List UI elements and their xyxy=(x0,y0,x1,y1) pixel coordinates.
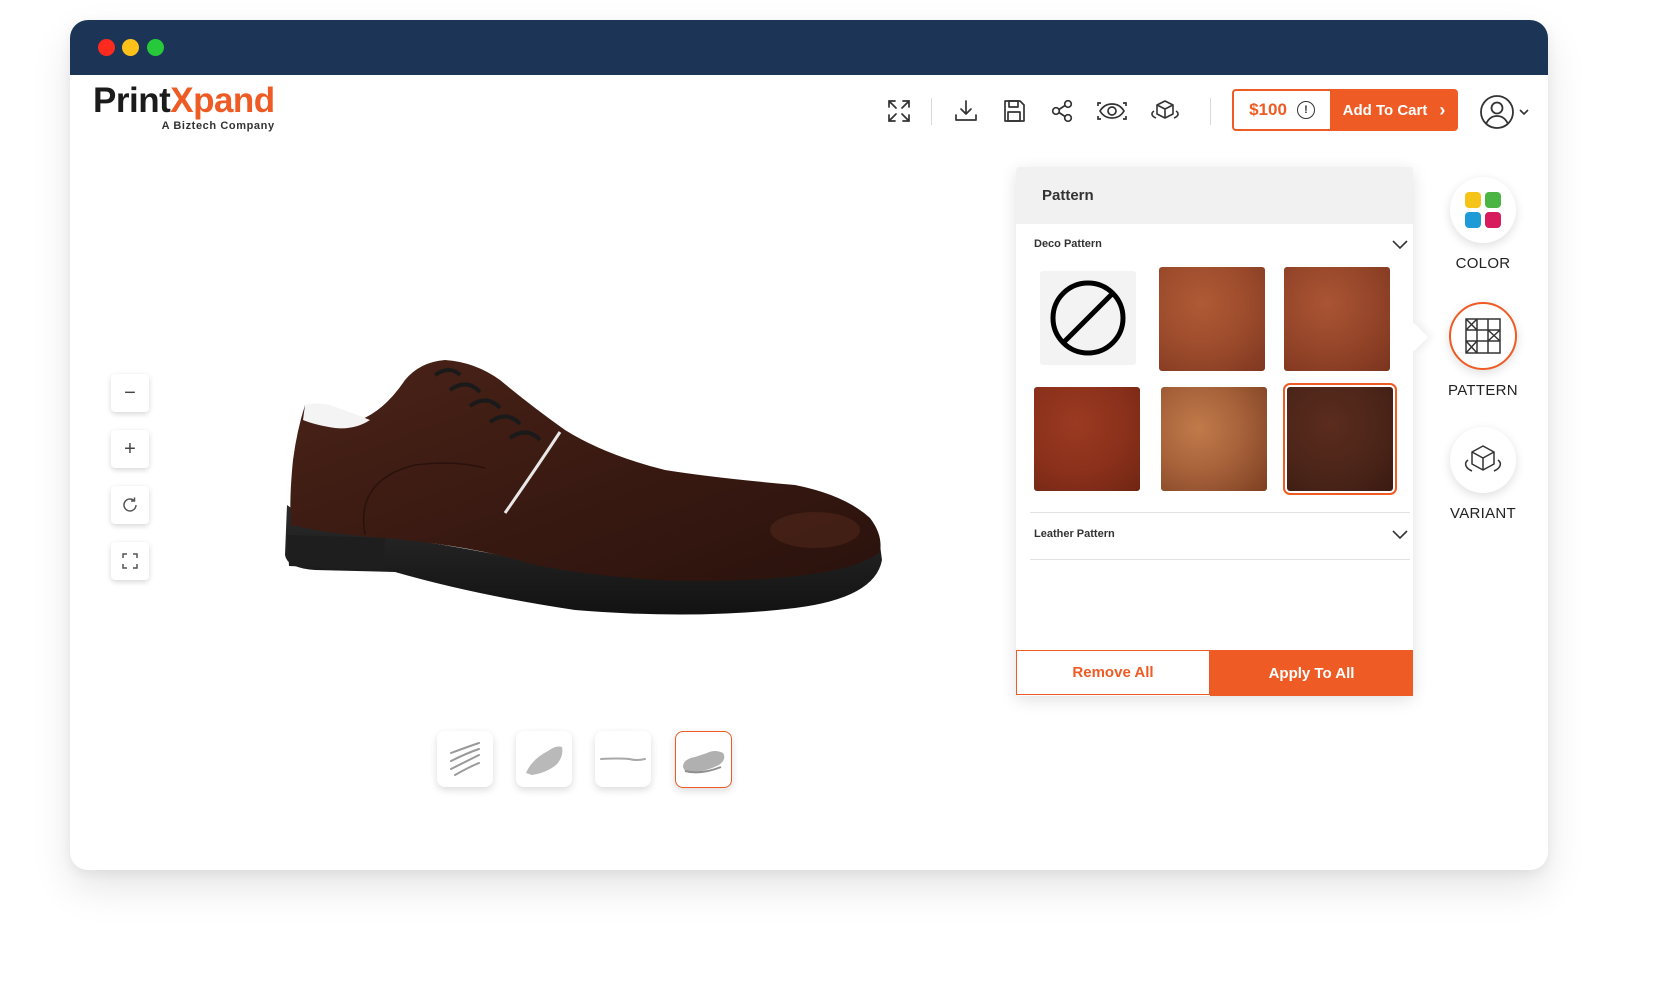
remove-all-button[interactable]: Remove All xyxy=(1016,650,1210,695)
swatch-leather-1[interactable] xyxy=(1159,267,1265,371)
price-cart-group: $100 ! Add To Cart › xyxy=(1232,89,1458,131)
toolbar-divider xyxy=(931,98,932,125)
user-menu[interactable] xyxy=(1478,93,1530,131)
pattern-panel: Pattern Deco Pattern Leather Pattern Rem… xyxy=(1016,167,1413,696)
price-display: $100 ! xyxy=(1232,89,1330,131)
chevron-down-icon xyxy=(1392,530,1408,540)
swatch-no-pattern[interactable] xyxy=(1040,271,1136,365)
fullscreen-icon xyxy=(122,553,138,569)
pattern-label: PATTERN xyxy=(1448,382,1518,399)
part-thumb-laces[interactable] xyxy=(437,731,493,787)
swatch-leather-3[interactable] xyxy=(1034,387,1140,491)
pattern-icon xyxy=(1449,302,1517,370)
add-to-cart-button[interactable]: Add To Cart › xyxy=(1330,89,1458,131)
logo-text-xpand: Xpand xyxy=(170,81,275,120)
zoom-out-button[interactable]: − xyxy=(111,374,149,412)
logo-text-print: Print xyxy=(93,81,171,120)
panel-title: Pattern xyxy=(1016,167,1413,224)
chevron-right-icon: › xyxy=(1439,99,1446,120)
shoe-3d-preview[interactable] xyxy=(275,320,895,635)
variant-cube-icon xyxy=(1450,427,1516,493)
price-value: $100 xyxy=(1249,100,1287,119)
part-thumb-upper[interactable] xyxy=(516,731,572,787)
toolbar-divider xyxy=(1210,98,1211,125)
section-divider xyxy=(1030,512,1410,513)
expand-icon[interactable] xyxy=(885,97,913,125)
leather-pattern-header[interactable]: Leather Pattern xyxy=(1034,527,1409,541)
chevron-down-icon xyxy=(1519,109,1529,116)
preview-eye-icon[interactable] xyxy=(1096,97,1128,125)
fullscreen-button[interactable] xyxy=(111,542,149,580)
swatch-leather-5-selected[interactable] xyxy=(1283,383,1397,495)
section-divider xyxy=(1030,559,1410,560)
share-icon[interactable] xyxy=(1048,97,1076,125)
zoom-in-button[interactable]: + xyxy=(111,430,149,468)
chevron-down-icon xyxy=(1392,240,1408,250)
rotate-button[interactable] xyxy=(111,486,149,524)
add-to-cart-label: Add To Cart xyxy=(1342,101,1428,119)
stitching-part-icon xyxy=(600,757,646,761)
close-window-button[interactable] xyxy=(98,39,115,56)
save-icon[interactable] xyxy=(1000,97,1028,125)
rotate-icon xyxy=(123,497,137,512)
ar-cube-icon[interactable] xyxy=(1149,97,1181,125)
leather-pattern-label: Leather Pattern xyxy=(1034,528,1115,540)
apply-to-all-button[interactable]: Apply To All xyxy=(1210,650,1413,696)
variant-label: VARIANT xyxy=(1450,505,1516,522)
minimize-window-button[interactable] xyxy=(122,39,139,56)
info-icon[interactable]: ! xyxy=(1296,101,1315,119)
user-icon xyxy=(1480,95,1514,129)
laces-part-icon xyxy=(450,742,480,776)
color-label: COLOR xyxy=(1455,255,1511,272)
part-thumb-sole[interactable] xyxy=(675,731,732,788)
side-nav-variant[interactable]: VARIANT xyxy=(1436,427,1530,522)
deco-pattern-label: Deco Pattern xyxy=(1034,238,1102,250)
upper-part-icon xyxy=(526,746,563,775)
color-grid-icon xyxy=(1450,177,1516,243)
minus-icon: − xyxy=(124,381,136,404)
side-nav-color[interactable]: COLOR xyxy=(1436,177,1530,272)
title-bar xyxy=(70,20,1548,75)
logo-tagline: A Biztech Company xyxy=(161,120,275,132)
deco-pattern-header[interactable]: Deco Pattern xyxy=(1034,237,1409,251)
part-thumb-stitching[interactable] xyxy=(595,731,651,787)
sole-part-icon xyxy=(682,750,724,773)
no-pattern-icon xyxy=(1050,280,1126,356)
side-nav-pattern[interactable]: PATTERN xyxy=(1436,302,1530,399)
swatch-leather-4[interactable] xyxy=(1161,387,1267,491)
maximize-window-button[interactable] xyxy=(147,39,164,56)
download-icon[interactable] xyxy=(952,97,980,125)
swatch-leather-2[interactable] xyxy=(1284,267,1390,371)
brand-logo[interactable]: PrintXpand A Biztech Company xyxy=(93,81,275,133)
plus-icon: + xyxy=(124,437,136,460)
panel-actions: Remove All Apply To All xyxy=(1016,650,1413,696)
app-window: PrintXpand A Biztech Company $100 ! Add … xyxy=(70,20,1548,870)
